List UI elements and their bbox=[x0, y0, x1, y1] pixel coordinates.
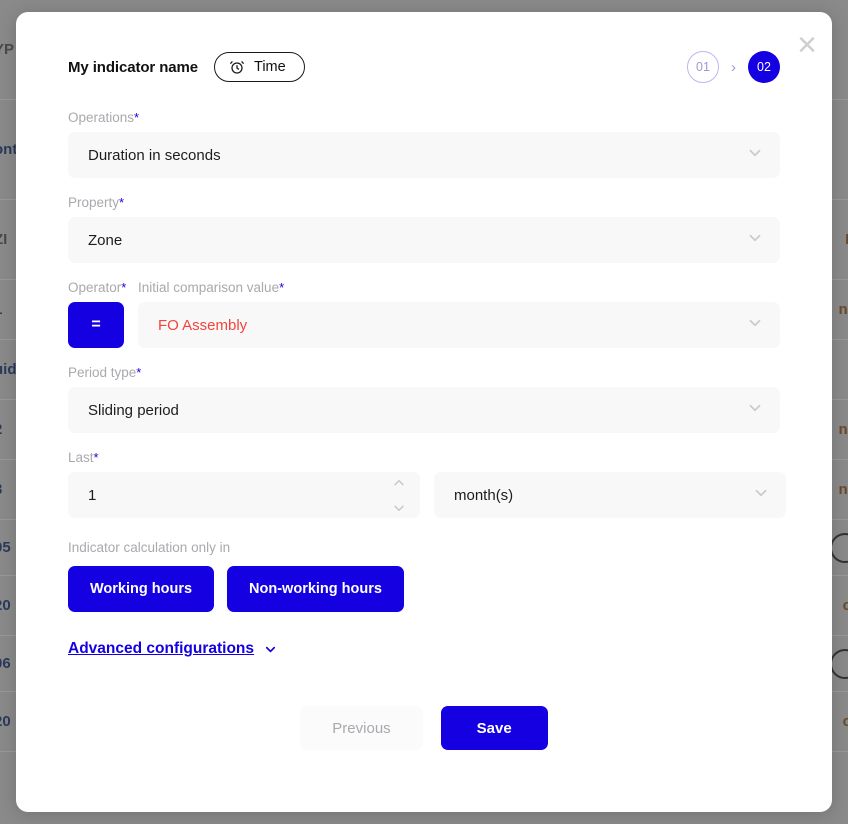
field-property: Property* Zone bbox=[68, 195, 780, 263]
modal-header: My indicator name Time 01 › 02 bbox=[68, 50, 780, 84]
operator-button[interactable]: = bbox=[68, 302, 124, 348]
required-marker: * bbox=[279, 280, 285, 295]
modal-footer: Previous Save bbox=[68, 706, 780, 750]
table-cell-left: 20 bbox=[0, 713, 11, 730]
property-label: Property* bbox=[68, 195, 125, 210]
table-cell-left: ont bbox=[0, 141, 18, 158]
last-number-input[interactable]: 1 bbox=[68, 472, 420, 518]
table-cell-left: ZI bbox=[0, 231, 8, 248]
hours-label: Indicator calculation only in bbox=[68, 540, 231, 555]
last-unit-value: month(s) bbox=[454, 486, 514, 504]
table-cell-right: ne bbox=[838, 481, 848, 498]
status-circle-icon bbox=[830, 532, 848, 563]
required-marker: * bbox=[134, 110, 140, 125]
operations-value: Duration in seconds bbox=[88, 146, 221, 164]
table-cell-left: 3 bbox=[0, 481, 2, 498]
advanced-configurations-link[interactable]: Advanced configurations bbox=[68, 640, 278, 658]
required-marker: * bbox=[136, 365, 142, 380]
advanced-configurations-label: Advanced configurations bbox=[68, 640, 255, 657]
hours-section: Indicator calculation only in Working ho… bbox=[68, 540, 780, 612]
field-last: Last* 1 month(s) bbox=[68, 450, 786, 518]
status-circle-icon bbox=[830, 648, 848, 679]
property-value: Zone bbox=[88, 231, 123, 249]
initial-comparison-value-select[interactable]: FO Assembly bbox=[138, 302, 780, 348]
quantity-stepper[interactable] bbox=[392, 474, 406, 517]
table-cell-left: YP bbox=[0, 41, 15, 58]
step-indicator: 01 › 02 bbox=[687, 51, 780, 83]
chevron-down-icon bbox=[746, 229, 764, 251]
table-cell-right: ct bbox=[842, 597, 848, 614]
previous-button[interactable]: Previous bbox=[300, 706, 423, 750]
table-cell-right: ne bbox=[838, 301, 848, 318]
page-title: My indicator name bbox=[68, 58, 198, 76]
operator-labels: Operator* Initial comparison value* bbox=[68, 280, 780, 295]
working-hours-button[interactable]: Working hours bbox=[68, 566, 215, 612]
initial-comparison-value-label: Initial comparison value* bbox=[138, 280, 285, 295]
indicator-type-label: Time bbox=[254, 59, 286, 75]
required-marker: * bbox=[93, 450, 99, 465]
last-value: 1 bbox=[88, 486, 97, 504]
table-cell-right: ct bbox=[842, 713, 848, 730]
field-period-type: Period type* Sliding period bbox=[68, 365, 780, 433]
close-icon[interactable]: × bbox=[790, 28, 824, 62]
table-cell-right: ne bbox=[838, 421, 848, 438]
required-marker: * bbox=[121, 280, 127, 295]
initial-comparison-value: FO Assembly bbox=[158, 316, 248, 334]
save-button[interactable]: Save bbox=[440, 706, 548, 750]
period-type-select[interactable]: Sliding period bbox=[68, 387, 780, 433]
field-operator-comparison: Operator* Initial comparison value* = FO… bbox=[68, 280, 780, 348]
chevron-down-icon bbox=[746, 144, 764, 166]
chevron-down-icon bbox=[746, 314, 764, 336]
chevron-down-icon bbox=[746, 399, 764, 421]
table-cell-left: 05 bbox=[0, 539, 11, 556]
period-type-value: Sliding period bbox=[88, 401, 179, 419]
step-01[interactable]: 01 bbox=[687, 51, 719, 83]
last-unit-select[interactable]: month(s) bbox=[434, 472, 786, 518]
chevron-down-icon bbox=[752, 484, 770, 506]
table-cell-left: uid bbox=[0, 361, 17, 378]
non-working-hours-button[interactable]: Non-working hours bbox=[227, 566, 404, 612]
last-label: Last* bbox=[68, 450, 99, 465]
property-select[interactable]: Zone bbox=[68, 217, 780, 263]
table-cell-left: 20 bbox=[0, 597, 11, 614]
chevron-down-icon bbox=[263, 642, 278, 657]
advanced-configurations-row: Advanced configurations bbox=[68, 640, 780, 668]
field-operations: Operations* Duration in seconds bbox=[68, 110, 780, 178]
table-cell-left: 1 bbox=[0, 301, 2, 318]
chevron-right-icon: › bbox=[731, 58, 736, 76]
last-row: 1 month(s) bbox=[68, 472, 786, 518]
period-type-label: Period type* bbox=[68, 365, 142, 380]
stepper-up-icon[interactable] bbox=[392, 474, 406, 491]
operator-row: = FO Assembly bbox=[68, 302, 780, 348]
step-02[interactable]: 02 bbox=[748, 51, 780, 83]
table-cell-left: 06 bbox=[0, 655, 11, 672]
alarm-clock-icon bbox=[229, 59, 245, 75]
hours-buttons: Working hours Non-working hours bbox=[68, 566, 780, 612]
operator-label: Operator* bbox=[68, 280, 127, 295]
table-cell-left: 2 bbox=[0, 421, 2, 438]
indicator-config-modal: × My indicator name Time 01 › 02 Operati… bbox=[16, 12, 832, 812]
modal-body: My indicator name Time 01 › 02 Operation… bbox=[16, 12, 832, 750]
required-marker: * bbox=[119, 195, 125, 210]
indicator-type-pill[interactable]: Time bbox=[214, 52, 305, 82]
stepper-down-icon[interactable] bbox=[392, 500, 406, 517]
operations-label: Operations* bbox=[68, 110, 140, 125]
operations-select[interactable]: Duration in seconds bbox=[68, 132, 780, 178]
